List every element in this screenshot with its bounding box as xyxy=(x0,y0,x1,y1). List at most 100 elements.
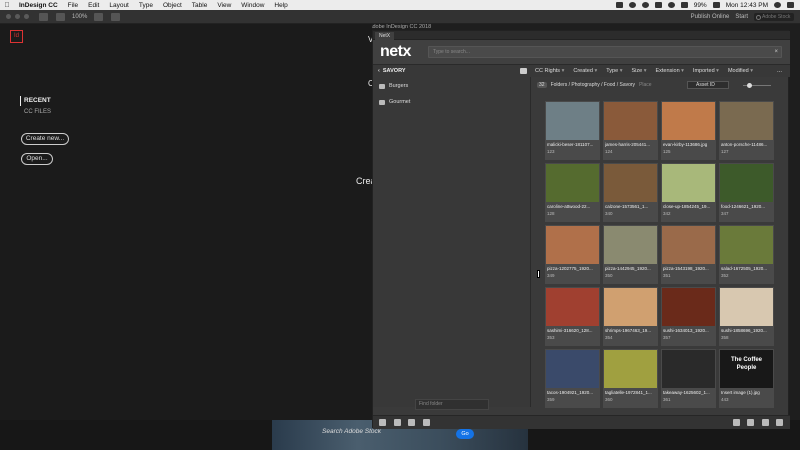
power-icon[interactable] xyxy=(776,419,783,426)
menu-object[interactable]: Object xyxy=(158,2,187,9)
menu-type[interactable]: Type xyxy=(134,2,158,9)
asset-card[interactable]: pizza-1442945_1920... 350 xyxy=(603,225,658,284)
asset-thumbnail[interactable] xyxy=(546,164,599,202)
cc-icon[interactable] xyxy=(615,2,623,8)
search-input[interactable]: Type to search... × xyxy=(428,46,782,58)
asset-card[interactable]: caroline-attwood-22... 128 xyxy=(545,163,600,222)
folder-icon[interactable] xyxy=(379,419,386,426)
export-icon[interactable] xyxy=(423,419,430,426)
asset-thumbnail[interactable] xyxy=(604,226,657,264)
create-new-button[interactable]: Create new... xyxy=(21,133,69,145)
adobe-stock-search[interactable]: Adobe Stock xyxy=(754,12,794,21)
filter-imported[interactable]: Imported xyxy=(693,68,719,74)
folder-item[interactable]: Gourmet xyxy=(379,97,410,107)
arrange-documents-icon[interactable] xyxy=(111,12,121,21)
clock[interactable]: Mon 12:43 PM xyxy=(726,2,768,9)
apple-icon[interactable]:  xyxy=(0,2,14,9)
stock-search-input[interactable]: Search Adobe Stock xyxy=(322,428,381,435)
spotlight-icon[interactable] xyxy=(774,2,781,8)
filter-created[interactable]: Created xyxy=(573,68,597,74)
folder-item[interactable]: Burgers xyxy=(379,81,408,91)
close-window-button[interactable] xyxy=(6,14,11,19)
current-folder[interactable]: ‹ SAVORY xyxy=(378,65,406,77)
zoom-window-button[interactable] xyxy=(24,14,29,19)
sync-icon[interactable] xyxy=(628,2,636,8)
asset-thumbnail[interactable] xyxy=(662,102,715,140)
screen-mode-icon[interactable] xyxy=(94,12,104,21)
filter-extension[interactable]: Extension xyxy=(655,68,683,74)
cloud-icon[interactable] xyxy=(747,419,754,426)
asset-card[interactable]: shrimps-1967463_19... 354 xyxy=(603,287,658,346)
asset-card[interactable]: tacos-1904921_1920... 359 xyxy=(545,349,600,408)
menu-file[interactable]: File xyxy=(63,2,83,9)
asset-card[interactable]: The Coffee People Insert image (1).jpg 443 xyxy=(719,349,774,408)
settings-icon[interactable] xyxy=(762,419,769,426)
view-options-icon[interactable] xyxy=(56,12,65,21)
asset-card[interactable]: takeaway-1625602_1... 361 xyxy=(661,349,716,408)
asset-thumbnail[interactable] xyxy=(604,350,657,388)
asset-thumbnail[interactable] xyxy=(720,226,773,264)
bridge-icon[interactable] xyxy=(39,12,48,21)
asset-thumbnail[interactable] xyxy=(546,350,599,388)
menu-view[interactable]: View xyxy=(212,2,236,9)
asset-card[interactable]: food-1246621_1920... 347 xyxy=(719,163,774,222)
menu-layout[interactable]: Layout xyxy=(104,2,134,9)
place-button[interactable]: Place xyxy=(639,82,652,88)
battery-percent[interactable]: 99% xyxy=(694,2,707,9)
asset-thumbnail[interactable] xyxy=(720,288,773,326)
battery-icon[interactable] xyxy=(712,2,720,8)
sort-dropdown[interactable]: Asset ID xyxy=(687,81,729,89)
asset-card[interactable]: calzone-1573561_1... 340 xyxy=(603,163,658,222)
menu-window[interactable]: Window xyxy=(236,2,269,9)
workspace-switcher[interactable]: Start xyxy=(735,14,748,20)
asset-thumbnail[interactable] xyxy=(720,164,773,202)
asset-thumbnail[interactable] xyxy=(720,102,773,140)
asset-card[interactable]: sashimi-316620_128... 353 xyxy=(545,287,600,346)
slider-handle[interactable] xyxy=(747,83,752,88)
asset-thumbnail[interactable] xyxy=(546,226,599,264)
asset-card[interactable]: close-up-1854245_19... 342 xyxy=(661,163,716,222)
zoom-level[interactable]: 100% xyxy=(72,14,87,20)
minimize-window-button[interactable] xyxy=(15,14,20,19)
menu-help[interactable]: Help xyxy=(269,2,292,9)
breadcrumb-path[interactable]: Folders / Photography / Food / Savory xyxy=(551,82,636,88)
asset-card[interactable]: pizza-1543198_1920... 351 xyxy=(661,225,716,284)
tab-netx[interactable]: NetX xyxy=(375,32,395,40)
asset-card[interactable]: anton-porsche-11486... 127 xyxy=(719,101,774,160)
asset-card[interactable]: evan-kirby-113686.jpg 125 xyxy=(661,101,716,160)
notifications-icon[interactable] xyxy=(787,2,794,8)
filter-size[interactable]: Size xyxy=(631,68,646,74)
asset-thumbnail[interactable] xyxy=(604,288,657,326)
asset-thumbnail[interactable] xyxy=(662,226,715,264)
volume-icon[interactable] xyxy=(680,2,688,8)
menu-edit[interactable]: Edit xyxy=(83,2,104,9)
asset-thumbnail[interactable]: The Coffee People xyxy=(720,350,773,388)
cart-icon[interactable] xyxy=(733,419,740,426)
tray-icon[interactable] xyxy=(408,419,415,426)
search-icon[interactable] xyxy=(394,419,401,426)
bluetooth-icon[interactable] xyxy=(654,2,662,8)
clear-search-icon[interactable]: × xyxy=(774,47,778,57)
asset-thumbnail[interactable] xyxy=(546,288,599,326)
asset-card[interactable]: sushi-1858696_1920... 358 xyxy=(719,287,774,346)
menu-table[interactable]: Table xyxy=(187,2,213,9)
time-machine-icon[interactable] xyxy=(641,2,649,8)
recent-link[interactable]: RECENT xyxy=(24,97,51,104)
asset-card[interactable]: james-harris-205441... 124 xyxy=(603,101,658,160)
filter-cc-rights[interactable]: CC Rights xyxy=(535,68,564,74)
asset-thumbnail[interactable] xyxy=(604,102,657,140)
find-folder-input[interactable]: Find folder xyxy=(415,399,489,410)
filter-modified[interactable]: Modified xyxy=(728,68,753,74)
asset-thumbnail[interactable] xyxy=(662,350,715,388)
publish-online-button[interactable]: Publish Online xyxy=(691,14,730,20)
menu-app-name[interactable]: InDesign CC xyxy=(14,2,63,9)
filter-type[interactable]: Type xyxy=(606,68,622,74)
stock-go-button[interactable]: Go xyxy=(456,429,474,439)
asset-card[interactable]: tagliatelle-1972841_1... 360 xyxy=(603,349,658,408)
open-button[interactable]: Open... xyxy=(21,153,53,165)
asset-card[interactable]: sushi-1634013_1920... 357 xyxy=(661,287,716,346)
wifi-icon[interactable] xyxy=(667,2,675,8)
asset-thumbnail[interactable] xyxy=(662,164,715,202)
asset-card[interactable]: salad-1672505_1920... 352 xyxy=(719,225,774,284)
asset-thumbnail[interactable] xyxy=(604,164,657,202)
